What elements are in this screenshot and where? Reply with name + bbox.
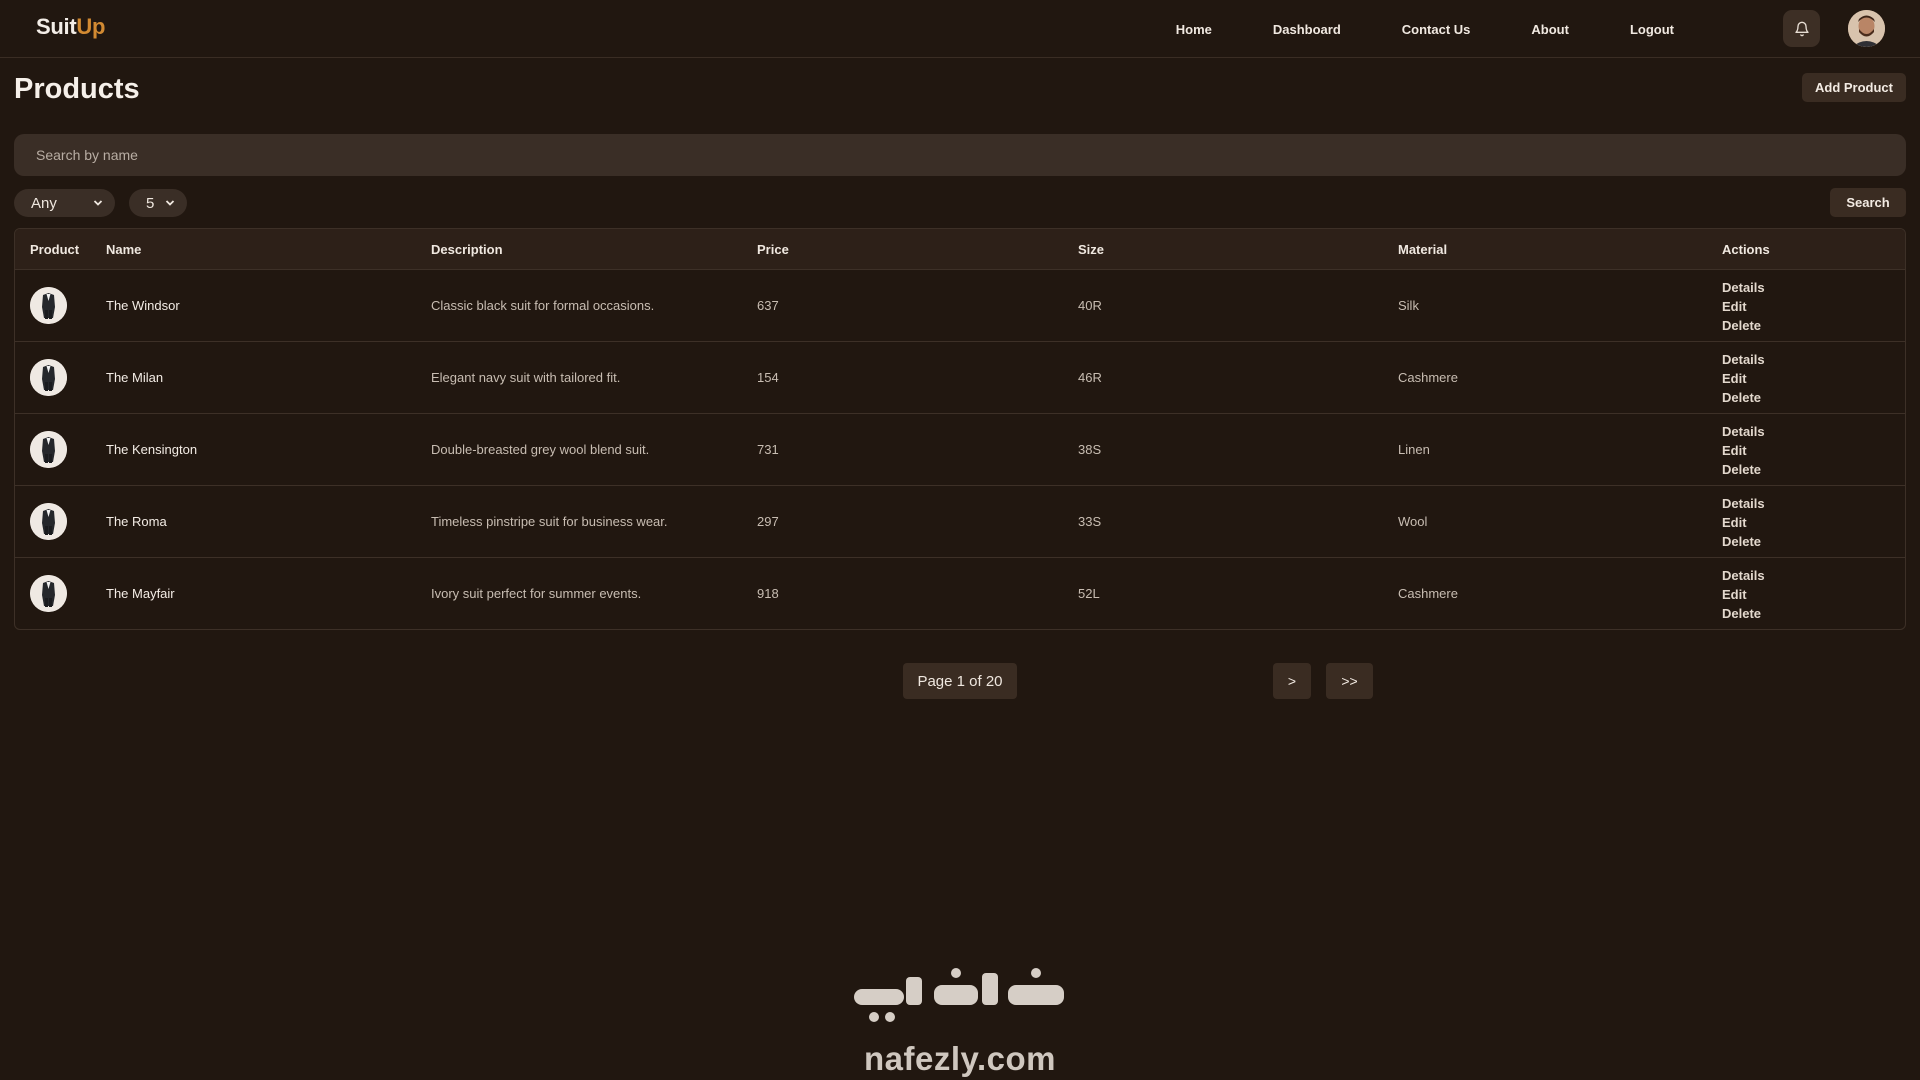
details-link[interactable]: Details [1722, 568, 1765, 583]
table-row: The Windsor Classic black suit for forma… [15, 270, 1905, 342]
bell-icon [1794, 21, 1809, 36]
edit-link[interactable]: Edit [1722, 299, 1765, 314]
edit-link[interactable]: Edit [1722, 587, 1765, 602]
product-size: 38S [1078, 442, 1102, 457]
product-size: 33S [1078, 514, 1102, 529]
delete-link[interactable]: Delete [1722, 462, 1765, 477]
delete-link[interactable]: Delete [1722, 606, 1765, 621]
edit-link[interactable]: Edit [1722, 371, 1765, 386]
brand-logo[interactable]: SuitUp [36, 14, 105, 40]
notifications-button[interactable] [1783, 10, 1820, 47]
product-name: The Roma [106, 514, 167, 529]
row-actions: Details Edit Delete [1722, 568, 1765, 621]
navbar: SuitUp Home Dashboard Contact Us About L… [0, 0, 1920, 58]
chevron-down-icon [165, 200, 175, 206]
product-price: 918 [757, 586, 779, 601]
watermark-url: nafezly.com [864, 1040, 1056, 1077]
details-link[interactable]: Details [1722, 424, 1765, 439]
row-actions: Details Edit Delete [1722, 496, 1765, 549]
nafezly-logo-mark [854, 968, 1064, 1022]
header-material: Material [1398, 242, 1448, 257]
product-thumbnail [30, 503, 67, 540]
suit-icon [30, 503, 67, 540]
product-size: 46R [1078, 370, 1102, 385]
row-actions: Details Edit Delete [1722, 280, 1765, 333]
page-size-select[interactable]: 5 [129, 189, 187, 217]
add-product-button[interactable]: Add Product [1802, 73, 1906, 102]
product-price: 297 [757, 514, 779, 529]
header-name: Name [106, 242, 142, 257]
table-row: The Mayfair Ivory suit perfect for summe… [15, 558, 1905, 629]
header-product: Product [30, 242, 80, 257]
table-row: The Kensington Double-breasted grey wool… [15, 414, 1905, 486]
product-thumbnail [30, 431, 67, 468]
nav-logout-link[interactable]: Logout [1630, 22, 1674, 37]
row-actions: Details Edit Delete [1722, 424, 1765, 477]
product-description: Classic black suit for formal occasions. [431, 298, 655, 313]
product-description: Ivory suit perfect for summer events. [431, 586, 642, 601]
product-thumbnail [30, 575, 67, 612]
edit-link[interactable]: Edit [1722, 443, 1765, 458]
product-thumbnail [30, 287, 67, 324]
nav-about-link[interactable]: About [1531, 22, 1569, 37]
nav-home-link[interactable]: Home [1176, 22, 1212, 37]
table-row: The Milan Elegant navy suit with tailore… [15, 342, 1905, 414]
category-select[interactable]: Any [14, 189, 115, 217]
page-indicator: Page 1 of 20 [903, 663, 1017, 699]
search-button[interactable]: Search [1830, 188, 1906, 217]
row-actions: Details Edit Delete [1722, 352, 1765, 405]
product-name: The Milan [106, 370, 164, 385]
product-name: The Windsor [106, 298, 180, 313]
details-link[interactable]: Details [1722, 496, 1765, 511]
product-thumbnail [30, 359, 67, 396]
suit-icon [30, 359, 67, 396]
avatar[interactable] [1848, 10, 1885, 47]
last-page-button[interactable]: >> [1326, 663, 1373, 699]
suit-icon [30, 287, 67, 324]
user-avatar-icon [1848, 10, 1885, 47]
watermark: nafezly.com [850, 965, 1070, 1077]
suit-icon [30, 575, 67, 612]
product-description: Elegant navy suit with tailored fit. [431, 370, 621, 385]
product-description: Timeless pinstripe suit for business wea… [431, 514, 668, 529]
chevron-down-icon [93, 200, 103, 206]
brand-name-first: Suit [36, 14, 77, 39]
product-price: 154 [757, 370, 779, 385]
brand-name-second: Up [76, 14, 106, 39]
nav-contact-link[interactable]: Contact Us [1402, 22, 1471, 37]
category-select-value: Any [31, 194, 57, 212]
suit-icon [30, 431, 67, 468]
nav-links: Home Dashboard Contact Us About Logout [1115, 0, 1674, 58]
search-input[interactable] [14, 134, 1906, 176]
product-description: Double-breasted grey wool blend suit. [431, 442, 650, 457]
header-size: Size [1078, 242, 1105, 257]
delete-link[interactable]: Delete [1722, 390, 1765, 405]
details-link[interactable]: Details [1722, 280, 1765, 295]
edit-link[interactable]: Edit [1722, 515, 1765, 530]
product-material: Silk [1398, 298, 1419, 313]
header-actions: Actions [1722, 242, 1770, 257]
delete-link[interactable]: Delete [1722, 534, 1765, 549]
table-header: Product Name Description Price Size Mate… [15, 229, 1905, 270]
product-size: 52L [1078, 586, 1100, 601]
product-name: The Mayfair [106, 586, 175, 601]
product-name: The Kensington [106, 442, 198, 457]
details-link[interactable]: Details [1722, 352, 1765, 367]
page-size-select-value: 5 [146, 194, 155, 212]
products-table: Product Name Description Price Size Mate… [14, 228, 1906, 630]
product-price: 731 [757, 442, 779, 457]
product-material: Cashmere [1398, 586, 1458, 601]
product-material: Cashmere [1398, 370, 1458, 385]
product-material: Linen [1398, 442, 1430, 457]
nav-dashboard-link[interactable]: Dashboard [1273, 22, 1341, 37]
page-title: Products [14, 73, 140, 105]
header-price: Price [757, 242, 789, 257]
next-page-button[interactable]: > [1273, 663, 1311, 699]
header-description: Description [431, 242, 503, 257]
product-size: 40R [1078, 298, 1102, 313]
product-material: Wool [1398, 514, 1428, 529]
delete-link[interactable]: Delete [1722, 318, 1765, 333]
table-row: The Roma Timeless pinstripe suit for bus… [15, 486, 1905, 558]
product-price: 637 [757, 298, 779, 313]
